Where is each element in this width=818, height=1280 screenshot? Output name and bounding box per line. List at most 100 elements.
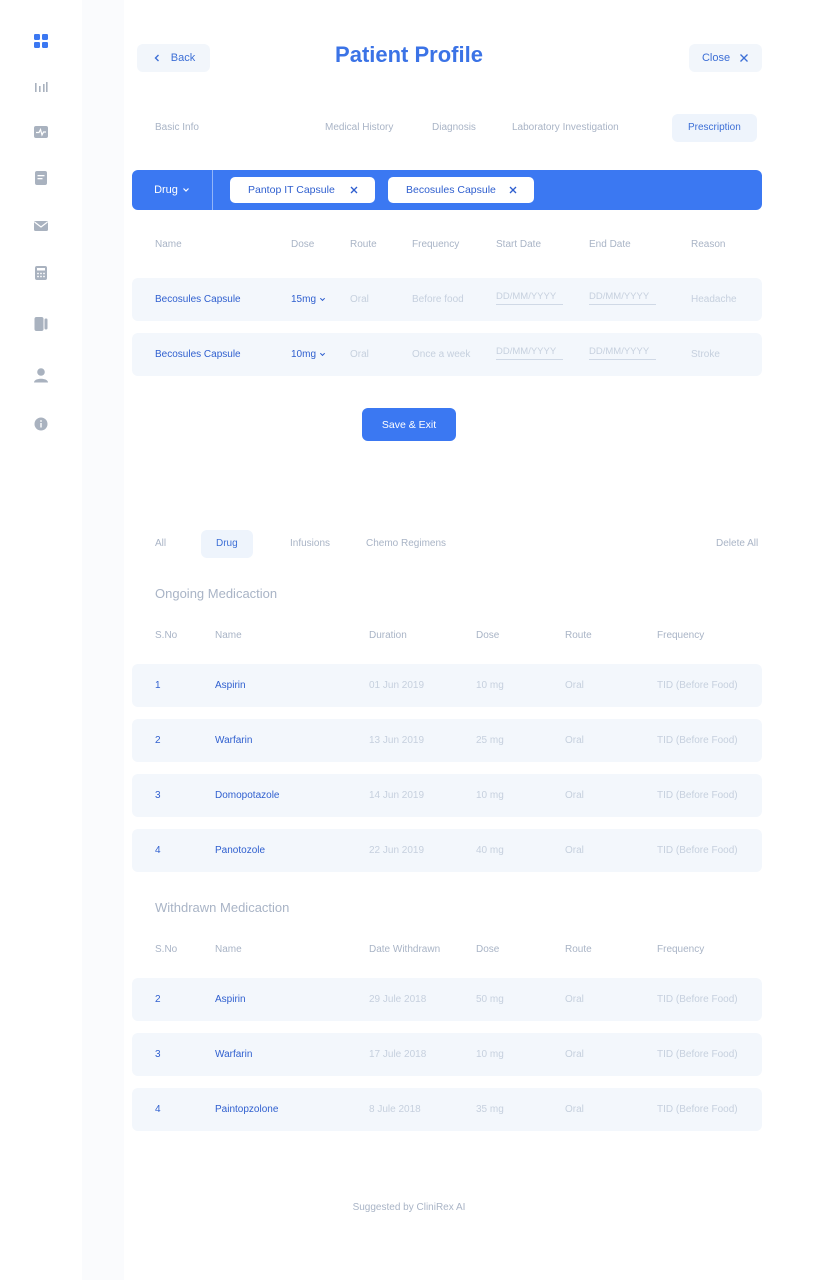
- medication-name: Aspirin: [215, 680, 246, 691]
- tab-diagnosis[interactable]: Diagnosis: [432, 114, 476, 142]
- drug-chip-label: Becosules Capsule: [406, 184, 496, 196]
- mail-icon[interactable]: [33, 218, 49, 234]
- date-withdrawn: 8 Jule 2018: [369, 1104, 421, 1115]
- filter-tab-chemo-regimens[interactable]: Chemo Regimens: [366, 530, 446, 558]
- medication-name: Paintopzolone: [215, 1104, 279, 1115]
- info-icon[interactable]: [33, 416, 49, 432]
- drug-type-dropdown[interactable]: Drug: [132, 170, 213, 210]
- save-exit-button[interactable]: Save & Exit: [362, 408, 456, 441]
- drug-selection-bar: Drug Pantop IT Capsule Becosules Capsule: [132, 170, 762, 210]
- dose-value: 10mg: [291, 349, 317, 360]
- sidebar-gutter: [82, 0, 124, 1280]
- filter-tab-drug[interactable]: Drug: [201, 530, 253, 558]
- drug-name: Becosules Capsule: [155, 294, 241, 305]
- medication-duration: 01 Jun 2019: [369, 680, 425, 691]
- medication-route: Oral: [565, 1049, 584, 1060]
- medication-frequency: TID (Before Food): [657, 994, 738, 1005]
- page-title: Patient Profile: [335, 42, 483, 67]
- medication-frequency: TID (Before Food): [657, 1049, 738, 1060]
- column-header-sno: S.No: [155, 630, 178, 641]
- tab-basic-info[interactable]: Basic Info: [155, 114, 199, 142]
- medication-route: Oral: [565, 735, 584, 746]
- suggested-by-note: Suggested by CliniRex AI: [352, 1202, 466, 1213]
- dose-value: 15mg: [291, 294, 317, 305]
- route-value: Oral: [350, 349, 369, 360]
- column-header-end-date: End Date: [589, 239, 631, 250]
- medication-dose: 10 mg: [476, 680, 504, 691]
- column-header-name: Name: [155, 239, 182, 250]
- drug-chip-label: Pantop IT Capsule: [248, 184, 335, 196]
- chevron-left-icon: [154, 54, 159, 62]
- column-header-frequency: Frequency: [412, 239, 460, 250]
- column-header-name: Name: [215, 944, 242, 955]
- row-sno: 2: [155, 994, 161, 1005]
- medication-dose: 35 mg: [476, 1104, 504, 1115]
- column-header-route: Route: [565, 944, 592, 955]
- column-header-dose: Dose: [476, 944, 500, 955]
- end-date-input[interactable]: [589, 344, 656, 360]
- column-header-sno: S.No: [155, 944, 178, 955]
- bar-chart-icon[interactable]: [33, 79, 49, 95]
- start-date-input[interactable]: [496, 289, 563, 305]
- drug-type-label: Drug: [154, 184, 178, 196]
- chevron-down-icon: [182, 188, 189, 192]
- filter-tab-infusions[interactable]: Infusions: [290, 530, 330, 558]
- start-date-input[interactable]: [496, 344, 563, 360]
- chevron-down-icon: [319, 297, 326, 302]
- remove-chip-icon[interactable]: [508, 185, 518, 195]
- row-sno: 4: [155, 845, 161, 856]
- drug-chip: Pantop IT Capsule: [230, 177, 375, 203]
- calculator-icon[interactable]: [33, 265, 49, 281]
- route-value: Oral: [350, 294, 369, 305]
- vitals-icon[interactable]: [33, 124, 49, 140]
- back-button[interactable]: Back: [137, 44, 210, 72]
- cards-icon[interactable]: [33, 316, 49, 332]
- filter-tab-all[interactable]: All: [155, 530, 166, 558]
- frequency-value: Before food: [412, 294, 464, 305]
- row-sno: 3: [155, 1049, 161, 1060]
- document-icon[interactable]: [33, 170, 49, 186]
- column-header-frequency: Frequency: [657, 630, 705, 641]
- medication-duration: 13 Jun 2019: [369, 735, 425, 746]
- medication-route: Oral: [565, 1104, 584, 1115]
- close-label: Close: [701, 52, 731, 64]
- close-button[interactable]: Close: [689, 44, 762, 72]
- dashboard-icon[interactable]: [33, 33, 49, 49]
- tab-medical-history[interactable]: Medical History: [325, 114, 393, 142]
- row-sno: 3: [155, 790, 161, 801]
- dose-dropdown[interactable]: 10mg: [291, 349, 326, 360]
- medication-name: Domopotazole: [215, 790, 280, 801]
- medication-frequency: TID (Before Food): [657, 790, 738, 801]
- medication-dose: 25 mg: [476, 735, 504, 746]
- reason-value: Stroke: [691, 349, 720, 360]
- medication-duration: 14 Jun 2019: [369, 790, 425, 801]
- end-date-input[interactable]: [589, 289, 656, 305]
- close-icon: [740, 54, 749, 62]
- medication-frequency: TID (Before Food): [657, 845, 738, 856]
- back-label: Back: [170, 52, 196, 64]
- column-header-dose: Dose: [291, 239, 315, 250]
- medication-dose: 50 mg: [476, 994, 504, 1005]
- sidebar: [0, 0, 82, 1280]
- column-header-reason: Reason: [691, 239, 726, 250]
- medication-frequency: TID (Before Food): [657, 735, 738, 746]
- medication-route: Oral: [565, 994, 584, 1005]
- remove-chip-icon[interactable]: [349, 185, 359, 195]
- medication-frequency: TID (Before Food): [657, 1104, 738, 1115]
- tab-prescription[interactable]: Prescription: [672, 114, 757, 142]
- column-header-start-date: Start Date: [496, 239, 542, 250]
- medication-dose: 40 mg: [476, 845, 504, 856]
- user-icon[interactable]: [33, 367, 49, 383]
- date-withdrawn: 29 Jule 2018: [369, 994, 427, 1005]
- drug-name: Becosules Capsule: [155, 349, 241, 360]
- tab-laboratory-investigation[interactable]: Laboratory Investigation: [512, 114, 619, 142]
- reason-value: Headache: [691, 294, 737, 305]
- medication-route: Oral: [565, 790, 584, 801]
- delete-all-button[interactable]: Delete All: [716, 538, 758, 549]
- dose-dropdown[interactable]: 15mg: [291, 294, 326, 305]
- column-header-route: Route: [565, 630, 592, 641]
- column-header-name: Name: [215, 630, 242, 641]
- column-header-dose: Dose: [476, 630, 500, 641]
- medication-duration: 22 Jun 2019: [369, 845, 425, 856]
- chevron-down-icon: [319, 352, 326, 357]
